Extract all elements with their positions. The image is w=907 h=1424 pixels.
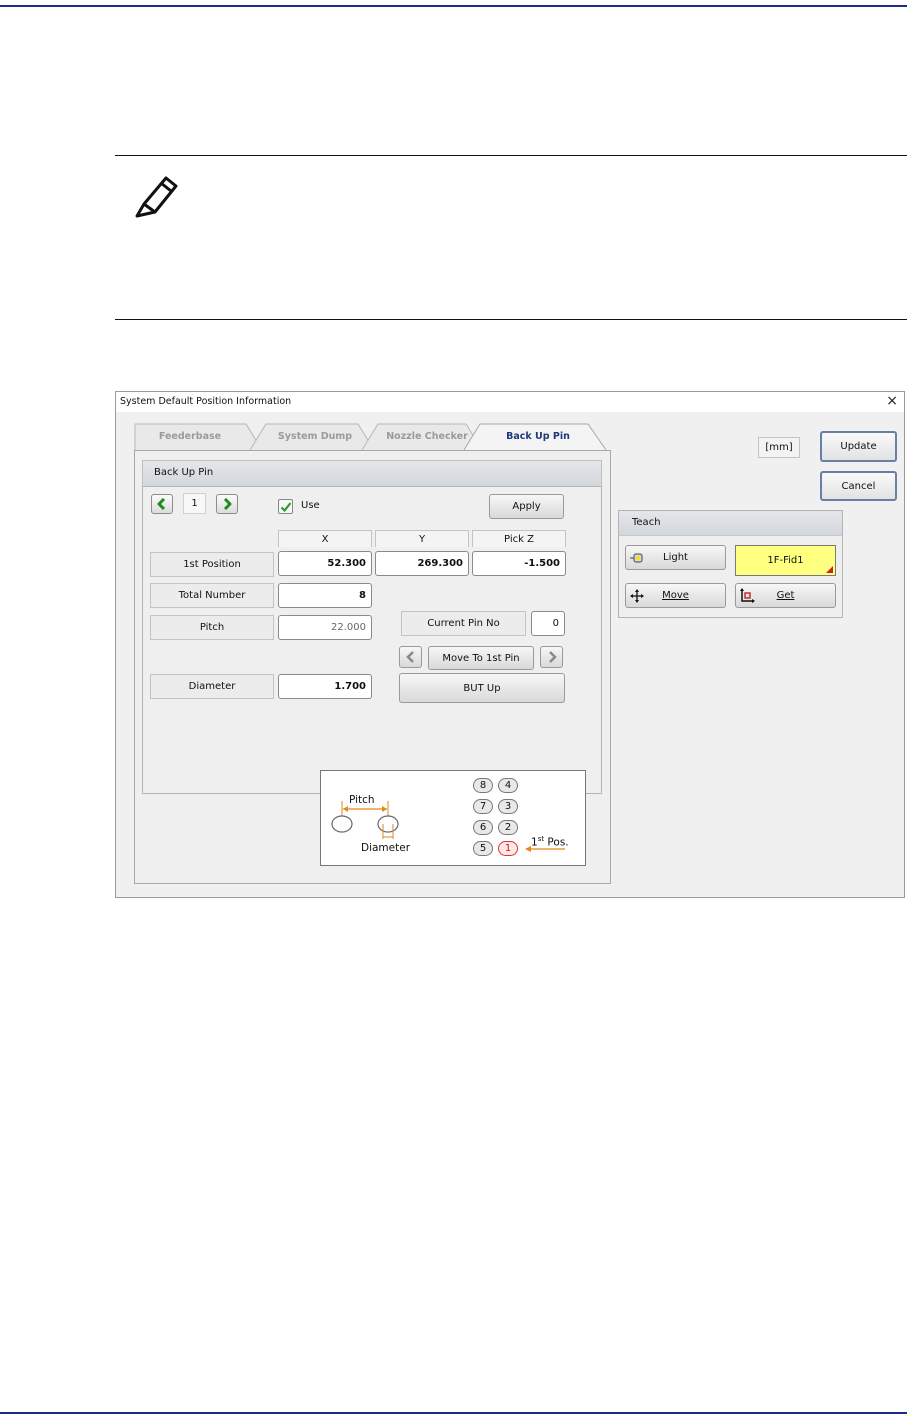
light-icon — [630, 553, 643, 563]
pin-5: 5 — [473, 841, 493, 856]
chevron-left-icon — [157, 498, 166, 510]
dialog-titlebar: System Default Position Information × — [116, 392, 904, 412]
chevron-right-icon — [223, 498, 232, 510]
tab-nozzle-checker[interactable]: Nozzle Checker — [374, 423, 480, 450]
total-number-label: Total Number — [150, 583, 274, 608]
pin-4: 4 — [498, 778, 518, 793]
tab-strip: Feederbase System Dump Nozzle Checker Ba… — [134, 423, 610, 451]
current-pin-no-label: Current Pin No — [401, 611, 526, 636]
light-button[interactable]: Light — [625, 545, 726, 570]
current-pin-no-value: 0 — [531, 611, 565, 636]
top-rule — [0, 5, 907, 7]
apply-button[interactable]: Apply — [489, 494, 564, 519]
chevron-right-icon — [548, 651, 557, 663]
first-position-pick-z-input[interactable]: -1.500 — [472, 551, 566, 576]
teach-title: Teach — [632, 517, 661, 528]
fiducial-label: 1F-Fid1 — [767, 555, 804, 566]
tab-system-dump[interactable]: System Dump — [262, 423, 368, 450]
back-up-pin-panel: Back Up Pin 1 Use Apply X Y Pick Z 1st P… — [134, 450, 611, 884]
pin-index-value: 1 — [183, 493, 206, 514]
column-header-x: X — [278, 530, 372, 547]
first-pos-number: 1 — [531, 836, 538, 849]
teach-panel: Teach Light 1F-Fid1 Move Get — [618, 510, 843, 618]
pitch-caption: Pitch — [349, 794, 375, 806]
diameter-caption: Diameter — [361, 842, 411, 854]
get-label: Get — [776, 590, 795, 601]
unit-label: [mm] — [758, 437, 800, 458]
use-label: Use — [301, 500, 320, 511]
back-up-pin-group: 1 Use Apply X Y Pick Z 1st Position 52.3… — [142, 486, 602, 794]
move-to-first-pin-button[interactable]: Move To 1st Pin — [428, 646, 534, 670]
back-up-pin-group-title: Back Up Pin — [154, 467, 214, 478]
first-pos-text: Pos. — [544, 836, 569, 849]
first-position-x-input[interactable]: 52.300 — [278, 551, 372, 576]
dialog-title: System Default Position Information — [120, 396, 292, 407]
diameter-input[interactable]: 1.700 — [278, 674, 372, 699]
pin-2: 2 — [498, 820, 518, 835]
pitch-input[interactable]: 22.000 — [278, 615, 372, 640]
cancel-button[interactable]: Cancel — [820, 471, 897, 501]
column-header-pick-z: Pick Z — [472, 530, 566, 547]
pin-6: 6 — [473, 820, 493, 835]
teach-header: Teach — [619, 511, 842, 536]
close-icon[interactable]: × — [886, 393, 898, 409]
note-pencil-icon — [128, 170, 180, 220]
note-bottom-rule — [115, 319, 907, 320]
note-top-rule — [115, 155, 907, 156]
next-index-button[interactable] — [216, 494, 238, 514]
pin-1-first: 1 — [498, 841, 518, 856]
next-pin-button[interactable] — [540, 646, 563, 668]
use-checkbox[interactable] — [278, 499, 293, 514]
update-button[interactable]: Update — [820, 431, 897, 462]
previous-index-button[interactable] — [151, 494, 173, 514]
get-button[interactable]: Get — [735, 583, 836, 608]
checkmark-icon — [280, 501, 291, 512]
pin-8: 8 — [473, 778, 493, 793]
total-number-input[interactable]: 8 — [278, 583, 372, 608]
light-label: Light — [663, 552, 688, 563]
column-header-y: Y — [375, 530, 469, 547]
first-position-y-input[interactable]: 269.300 — [375, 551, 469, 576]
pin-layout-diagram: Pitch Diameter 8 4 7 3 6 2 5 1 1st Pos. — [320, 770, 586, 866]
chevron-left-icon — [405, 651, 414, 663]
move-arrows-icon — [630, 589, 644, 603]
tab-feederbase[interactable]: Feederbase — [144, 423, 236, 450]
first-position-label: 1st Position — [150, 552, 274, 577]
move-button[interactable]: Move — [625, 583, 726, 608]
back-up-pin-group-header: Back Up Pin — [142, 460, 602, 486]
corner-triangle-icon — [826, 566, 833, 573]
first-pos-caption: 1st Pos. — [531, 835, 569, 849]
previous-pin-button[interactable] — [399, 646, 422, 668]
but-up-button[interactable]: BUT Up — [399, 673, 565, 703]
system-default-position-dialog: System Default Position Information × Fe… — [115, 391, 905, 898]
diameter-label: Diameter — [150, 674, 274, 699]
tab-back-up-pin[interactable]: Back Up Pin — [484, 423, 592, 450]
pitch-label: Pitch — [150, 615, 274, 640]
fiducial-selector[interactable]: 1F-Fid1 — [735, 545, 836, 576]
move-label: Move — [662, 590, 689, 601]
bottom-rule — [0, 1412, 907, 1414]
pin-7: 7 — [473, 799, 493, 814]
get-position-icon — [740, 588, 755, 603]
pin-3: 3 — [498, 799, 518, 814]
